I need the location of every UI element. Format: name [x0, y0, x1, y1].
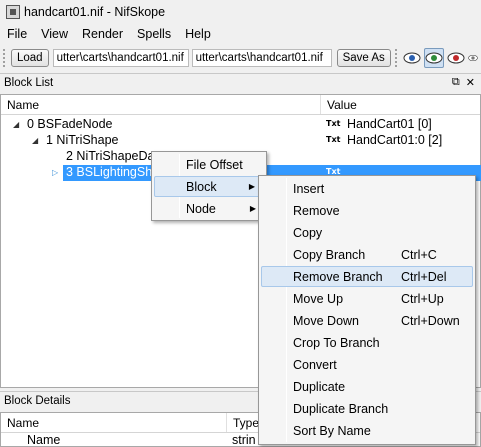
block-submenu: Insert Remove Copy Copy Branch Ctrl+C Re… [258, 175, 476, 445]
menu-item-crop-to-branch[interactable]: Crop To Branch [261, 332, 473, 353]
toolbar-grip-2[interactable] [394, 49, 398, 67]
menu-item-move-down[interactable]: Move Down Ctrl+Down [261, 310, 473, 331]
menu-item-remove-branch[interactable]: Remove Branch Ctrl+Del [261, 266, 473, 287]
load-button[interactable]: Load [11, 49, 49, 67]
row-value[interactable]: HandCart01 [0] [347, 117, 432, 131]
block-list-header: Name Value [1, 95, 480, 115]
column-header-name[interactable]: Name [1, 413, 227, 432]
menu-item-sort-by-name[interactable]: Sort By Name [261, 420, 473, 441]
collapse-arrow-icon[interactable]: ◢ [13, 120, 19, 129]
column-header-type[interactable]: Type [227, 413, 259, 432]
menu-item-insert[interactable]: Insert [261, 178, 473, 199]
shortcut-label: Ctrl+Del [401, 269, 447, 284]
block-details-title: Block Details [4, 395, 71, 407]
menu-help[interactable]: Help [178, 27, 218, 41]
context-menu: File Offset Block ▶ Node ▶ [151, 151, 267, 221]
expand-arrow-icon[interactable]: ▷ [52, 168, 58, 177]
float-dock-icon[interactable]: ⧉ [452, 76, 460, 89]
shortcut-label: Ctrl+Down [401, 313, 460, 328]
shortcut-label: Ctrl+Up [401, 291, 444, 306]
window-title: handcart01.nif - NifSkope [24, 5, 166, 19]
view-green-eye-icon[interactable] [423, 48, 444, 68]
toolbar: Load utter\carts\handcart01.nif utter\ca… [0, 45, 481, 71]
menu-bar: File View Render Spells Help [0, 24, 481, 44]
submenu-arrow-icon: ▶ [248, 182, 255, 191]
save-path-field[interactable]: utter\carts\handcart01.nif [191, 49, 332, 67]
menu-spells[interactable]: Spells [130, 27, 178, 41]
menu-file[interactable]: File [0, 27, 34, 41]
menu-item-node[interactable]: Node ▶ [154, 198, 264, 219]
menu-item-copy-branch[interactable]: Copy Branch Ctrl+C [261, 244, 473, 265]
row-label: 2 NiTriShapeDa [66, 149, 155, 163]
txt-icon: Txt [326, 135, 341, 144]
submenu-arrow-icon: ▶ [249, 204, 256, 213]
row-label: 0 BSFadeNode [27, 117, 113, 131]
save-as-button[interactable]: Save As [336, 49, 391, 67]
menu-view[interactable]: View [34, 27, 75, 41]
details-type: strin [232, 433, 256, 447]
app-icon [6, 5, 20, 19]
row-label: 1 NiTriShape [46, 133, 119, 147]
toolbar-grip[interactable] [3, 49, 7, 67]
tree-row[interactable]: ◢ 1 NiTriShape Txt HandCart01:0 [2] [1, 133, 480, 149]
view-blue-eye-icon[interactable] [402, 48, 422, 68]
menu-item-copy[interactable]: Copy [261, 222, 473, 243]
tree-row[interactable]: ◢ 0 BSFadeNode Txt HandCart01 [0] [1, 117, 480, 133]
menu-item-duplicate[interactable]: Duplicate [261, 376, 473, 397]
row-value[interactable]: HandCart01:0 [2] [347, 133, 442, 147]
column-header-name[interactable]: Name [1, 95, 321, 114]
details-name: Name [27, 433, 61, 447]
row-label: 3 BSLightingSha [66, 165, 160, 179]
title-bar: handcart01.nif - NifSkope [0, 0, 481, 24]
menu-item-convert[interactable]: Convert [261, 354, 473, 375]
menu-render[interactable]: Render [75, 27, 130, 41]
menu-item-duplicate-branch[interactable]: Duplicate Branch [261, 398, 473, 419]
menu-item-move-up[interactable]: Move Up Ctrl+Up [261, 288, 473, 309]
block-list-title-bar: Block List ⧉ ✕ [0, 73, 481, 92]
load-path-field[interactable]: utter\carts\handcart01.nif [52, 49, 189, 67]
view-grey-eye-icon[interactable] [468, 48, 478, 68]
menu-item-remove[interactable]: Remove [261, 200, 473, 221]
txt-icon: Txt [326, 119, 341, 128]
block-list-title: Block List [4, 77, 54, 89]
menu-item-file-offset[interactable]: File Offset [154, 154, 264, 175]
menu-item-block[interactable]: Block ▶ [154, 176, 264, 197]
close-dock-icon[interactable]: ✕ [466, 76, 475, 89]
column-header-value[interactable]: Value [321, 95, 357, 114]
collapse-arrow-icon[interactable]: ◢ [32, 136, 38, 145]
shortcut-label: Ctrl+C [401, 247, 437, 262]
view-red-eye-icon[interactable] [446, 48, 466, 68]
